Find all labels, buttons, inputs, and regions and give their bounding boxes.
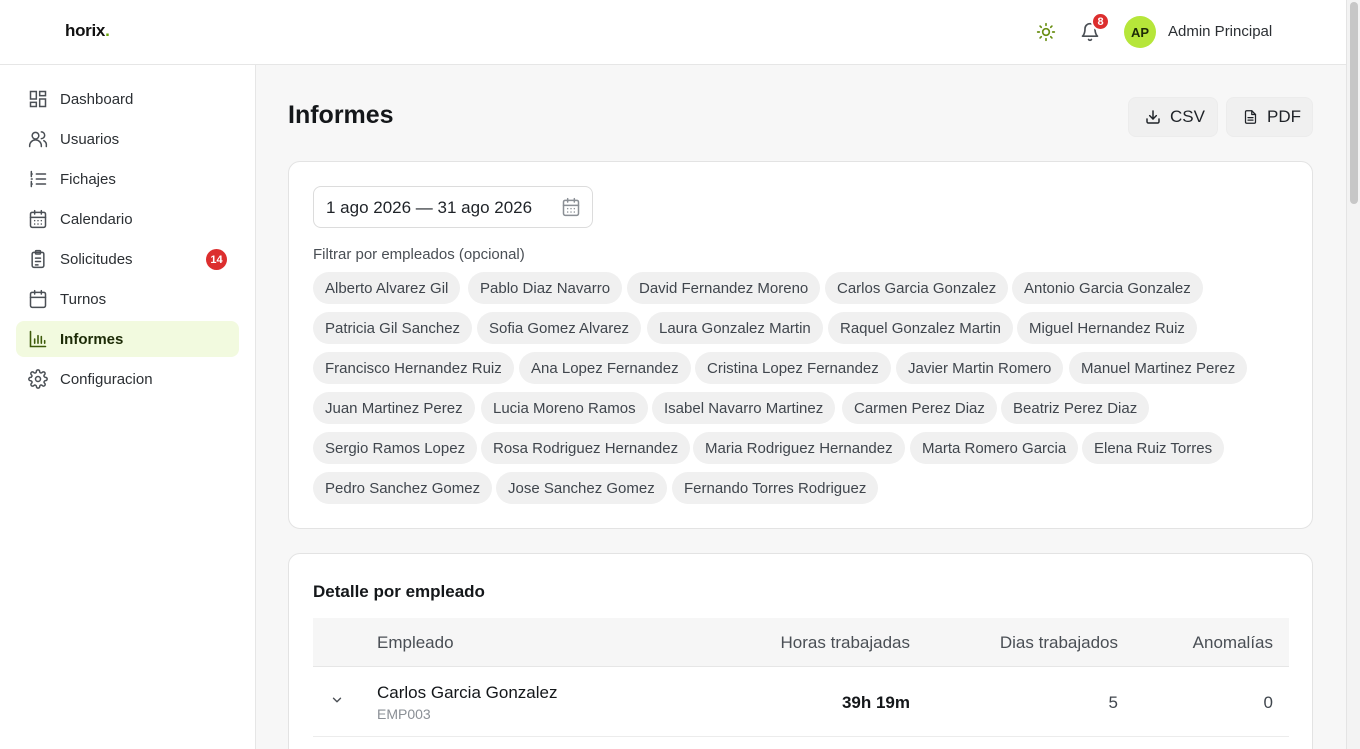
bar-chart-icon — [29, 330, 47, 348]
sidebar-item-turnos[interactable]: Turnos — [16, 281, 239, 317]
list-icon — [30, 170, 47, 188]
export-pdf-button[interactable]: PDF — [1226, 97, 1313, 137]
column-anomalies[interactable]: Anomalías — [1193, 633, 1273, 653]
scrollbar-thumb[interactable] — [1350, 2, 1358, 204]
employee-chip[interactable]: Manuel Martinez Perez — [1069, 352, 1248, 384]
logo[interactable]: horix. — [65, 21, 110, 41]
employee-chip[interactable]: David Fernandez Moreno — [627, 272, 821, 304]
employee-chip[interactable]: Lucia Moreno Ramos — [481, 392, 648, 424]
sidebar-item-label: Usuarios — [60, 131, 120, 148]
export-csv-label: CSV — [1170, 107, 1205, 126]
employee-chip[interactable]: Sergio Ramos Lopez — [313, 432, 478, 464]
user-name[interactable]: Admin Principal — [1168, 23, 1272, 40]
date-range-input[interactable]: 1 ago 2026 — 31 ago 2026 — [313, 186, 593, 228]
sidebar-item-informes[interactable]: Informes — [16, 321, 239, 357]
sidebar-item-fichajes[interactable]: Fichajes — [16, 161, 239, 197]
employee-chip[interactable]: Antonio Garcia Gonzalez — [1012, 272, 1203, 304]
sidebar-item-configuracion[interactable]: Configuracion — [16, 361, 239, 397]
employee-chip[interactable]: Carlos Garcia Gonzalez — [825, 272, 1009, 304]
employee-chip[interactable]: Maria Rodriguez Hernandez — [693, 432, 905, 464]
column-employee[interactable]: Empleado — [377, 633, 454, 653]
sidebar-item-calendario[interactable]: Calendario — [16, 201, 239, 237]
export-pdf-label: PDF — [1267, 107, 1301, 126]
employee-chip[interactable]: Miguel Hernandez Ruiz — [1017, 312, 1197, 344]
days-worked: 5 — [1108, 693, 1118, 712]
employee-code: EMP003 — [377, 706, 431, 722]
document-icon — [1244, 110, 1257, 124]
sidebar-item-label: Dashboard — [60, 91, 134, 108]
filter-card: 1 ago 2026 — 31 ago 2026 Filtrar por emp… — [288, 161, 1313, 529]
employee-chip[interactable]: Raquel Gonzalez Martin — [828, 312, 1013, 344]
column-hours[interactable]: Horas trabajadas — [781, 633, 910, 653]
employee-chip[interactable]: Jose Sanchez Gomez — [496, 472, 667, 504]
employee-detail-card: Detalle por empleado Empleado Horas trab… — [288, 553, 1313, 749]
gear-icon — [28, 369, 48, 389]
calendar-icon — [562, 197, 580, 217]
employee-chip[interactable]: Javier Martin Romero — [896, 352, 1064, 384]
sidebar-item-label: Solicitudes — [60, 251, 133, 268]
column-days[interactable]: Dias trabajados — [1000, 633, 1118, 653]
employee-chip[interactable]: Patricia Gil Sanchez — [313, 312, 473, 344]
employee-filter-label: Filtrar por empleados (opcional) — [313, 246, 525, 263]
employee-chip[interactable]: Elena Ruiz Torres — [1082, 432, 1225, 464]
employee-chip[interactable]: Sofia Gomez Alvarez — [477, 312, 642, 344]
employee-chip[interactable]: Fernando Torres Rodriguez — [672, 472, 879, 504]
employee-chip[interactable]: Laura Gonzalez Martin — [647, 312, 823, 344]
theme-toggle-button[interactable] — [1032, 18, 1060, 46]
top-bar: horix. 8 AP Admin Principal — [0, 0, 1346, 65]
employee-chip[interactable]: Isabel Navarro Martinez — [652, 392, 836, 424]
sidebar-item-usuarios[interactable]: Usuarios — [16, 121, 239, 157]
employee-chip[interactable]: Rosa Rodriguez Hernandez — [481, 432, 691, 464]
employee-chip[interactable]: Alberto Alvarez Gil — [313, 272, 461, 304]
page-title: Informes — [288, 101, 394, 129]
employee-chip[interactable]: Marta Romero Garcia — [910, 432, 1079, 464]
hours-worked: 39h 19m — [841, 693, 910, 712]
employee-chip[interactable]: Cristina Lopez Fernandez — [695, 352, 891, 384]
employee-name: Carlos Garcia Gonzalez — [377, 683, 558, 702]
notifications-badge: 8 — [1091, 12, 1110, 31]
table-header: Empleado Horas trabajadas Dias trabajado… — [313, 618, 1289, 667]
date-range-value: 1 ago 2026 — 31 ago 2026 — [326, 198, 533, 217]
sidebar-item-label: Fichajes — [60, 171, 116, 188]
sidebar-item-label: Turnos — [60, 291, 107, 308]
calendar-icon — [29, 209, 47, 229]
table-row[interactable]: Carlos Garcia Gonzalez EMP003 39h 19m 5 … — [313, 667, 1289, 737]
solicitudes-badge: 14 — [206, 249, 227, 270]
sidebar-item-label: Configuracion — [60, 371, 153, 388]
sun-icon — [1036, 22, 1056, 42]
employee-chip[interactable]: Beatriz Perez Diaz — [1001, 392, 1150, 424]
employee-chip[interactable]: Carmen Perez Diaz — [842, 392, 997, 424]
employee-chip[interactable]: Ana Lopez Fernandez — [519, 352, 691, 384]
clipboard-icon — [31, 249, 45, 269]
download-icon — [1146, 110, 1160, 124]
employee-chip[interactable]: Pedro Sanchez Gomez — [313, 472, 493, 504]
sidebar-item-solicitudes[interactable]: Solicitudes 14 — [16, 241, 239, 277]
chevron-down-icon[interactable] — [330, 693, 344, 707]
sidebar: Dashboard Usuarios Fichajes Calendario S… — [0, 65, 256, 749]
sidebar-item-label: Calendario — [60, 211, 133, 228]
employee-chip[interactable]: Pablo Diaz Navarro — [468, 272, 623, 304]
calendar-shift-icon — [29, 289, 47, 309]
users-icon — [28, 131, 48, 148]
dashboard-icon — [29, 90, 47, 108]
detail-title: Detalle por empleado — [313, 582, 485, 601]
employee-chip[interactable]: Juan Martinez Perez — [313, 392, 475, 424]
sidebar-item-label: Informes — [60, 331, 124, 348]
anomalies-count: 0 — [1263, 693, 1273, 712]
page-scrollbar[interactable] — [1346, 0, 1360, 749]
avatar[interactable]: AP — [1124, 16, 1156, 48]
sidebar-item-dashboard[interactable]: Dashboard — [16, 81, 239, 117]
employee-chip[interactable]: Francisco Hernandez Ruiz — [313, 352, 514, 384]
export-csv-button[interactable]: CSV — [1128, 97, 1218, 137]
